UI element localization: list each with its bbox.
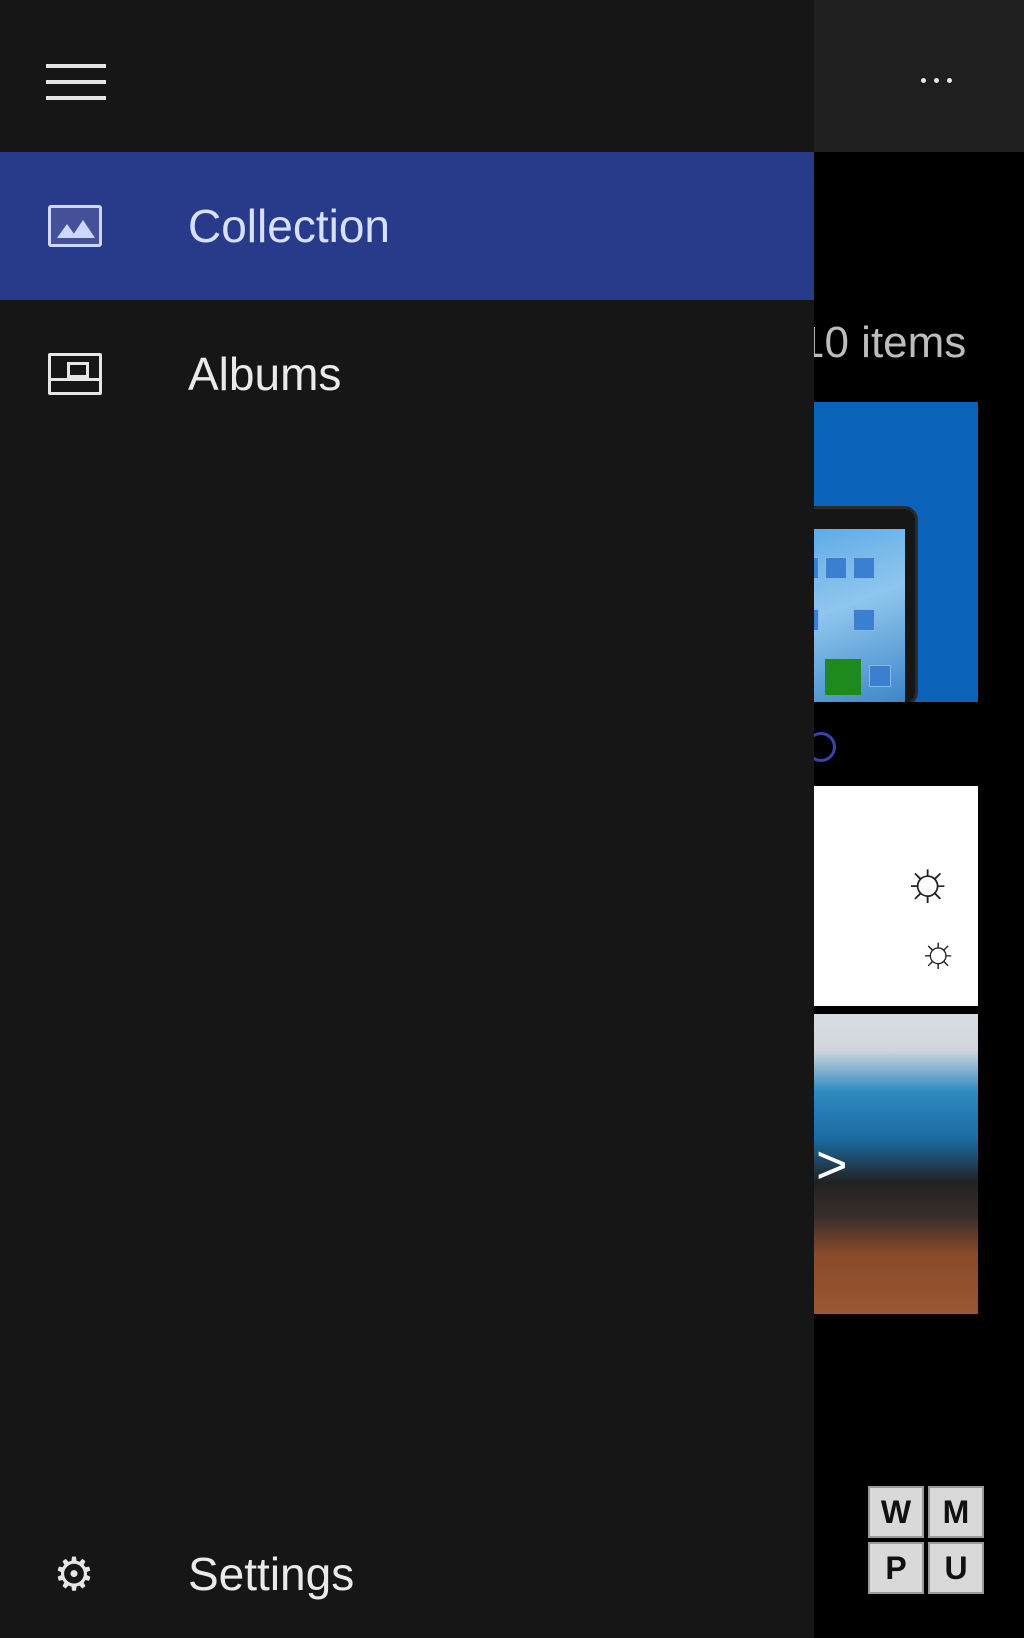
navigation-drawer: Collection Albums ⚙ Settings: [0, 0, 814, 1638]
photo-thumbnail-device[interactable]: >: [806, 1014, 978, 1314]
chevron-right-icon: >: [816, 1135, 848, 1195]
watermark-letter: U: [928, 1542, 984, 1594]
nav-item-albums[interactable]: Albums: [0, 300, 814, 448]
nav-item-label: Collection: [188, 200, 390, 252]
wmpu-watermark: W M P U: [868, 1486, 984, 1594]
more-dot: [933, 77, 939, 83]
nav-item-label: Albums: [188, 348, 342, 400]
more-options-button[interactable]: [904, 62, 968, 98]
phone-screen: [806, 529, 905, 702]
sun-icon: ☼: [918, 927, 959, 976]
nav-item-settings[interactable]: ⚙ Settings: [0, 1500, 814, 1638]
tile: [825, 659, 861, 695]
more-dot: [920, 77, 926, 83]
photo-thumbnail-phone[interactable]: [806, 402, 978, 702]
more-dot: [946, 77, 952, 83]
albums-icon: [48, 353, 102, 395]
nav-item-collection[interactable]: Collection: [0, 152, 814, 300]
hamburger-line: [46, 64, 106, 68]
hamburger-menu-button[interactable]: [46, 64, 106, 102]
phone-image: [806, 506, 918, 702]
watermark-letter: M: [928, 1486, 984, 1538]
collection-icon: [48, 205, 102, 247]
hamburger-line: [46, 96, 106, 100]
tile: [853, 609, 875, 631]
tile: [825, 557, 847, 579]
tile: [853, 557, 875, 579]
tile: [869, 665, 891, 687]
sun-icon: ☼: [902, 848, 954, 911]
hamburger-line: [46, 80, 106, 84]
nav-item-label: Settings: [188, 1548, 355, 1600]
watermark-letter: P: [868, 1542, 924, 1594]
photo-thumbnail-weather[interactable]: ☼ ☼: [806, 786, 978, 1006]
items-count: 10 items: [800, 318, 967, 367]
gear-icon: ⚙: [53, 1548, 95, 1600]
watermark-letter: W: [868, 1486, 924, 1538]
